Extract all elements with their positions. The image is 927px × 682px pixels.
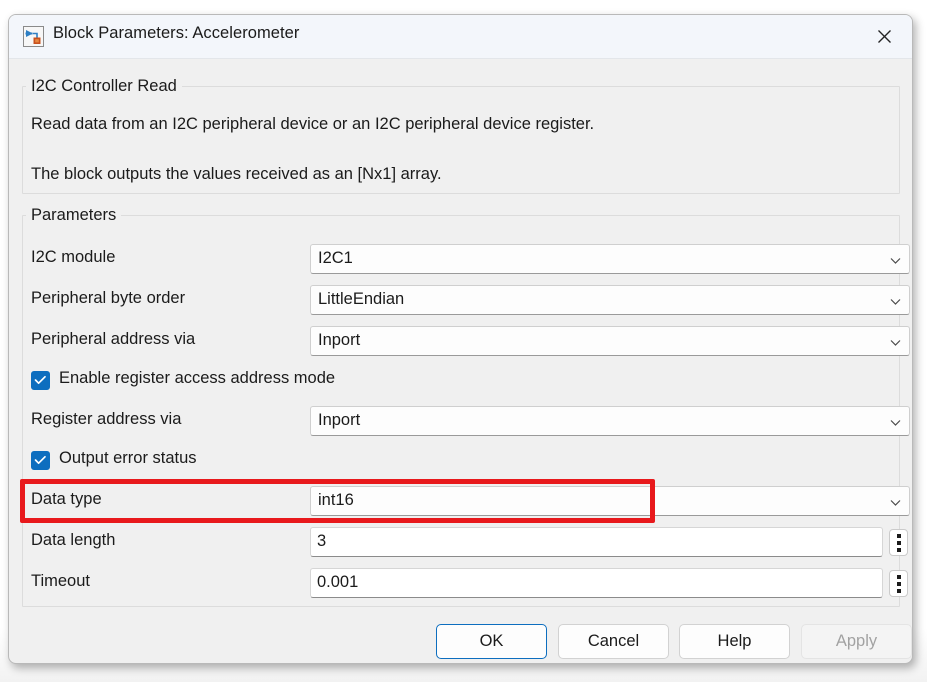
combo-peripheral-address-via[interactable]: Inport: [310, 326, 910, 356]
description-line-2: The block outputs the values received as…: [31, 165, 442, 184]
chevron-down-icon: [889, 295, 902, 308]
block-parameters-dialog: Block Parameters: Accelerometer I2C Cont…: [8, 14, 913, 664]
combo-register-address-via-value: Inport: [318, 411, 360, 430]
description-group-legend: I2C Controller Read: [26, 77, 182, 95]
highlight-annotation-data-type: [20, 479, 655, 523]
chevron-down-icon: [889, 416, 902, 429]
combo-peripheral-byte-order-value: LittleEndian: [318, 290, 404, 309]
input-data-length[interactable]: 3: [310, 527, 883, 557]
checkbox-enable-register-access-address-mode-label: Enable register access address mode: [59, 369, 335, 388]
window-title: Block Parameters: Accelerometer: [53, 24, 299, 43]
label-data-length: Data length: [31, 531, 115, 550]
checkmark-icon: [31, 451, 50, 470]
ok-button[interactable]: OK: [436, 624, 547, 659]
combo-i2c-module-value: I2C1: [318, 249, 353, 268]
combo-peripheral-address-via-value: Inport: [318, 331, 360, 350]
cancel-button[interactable]: Cancel: [558, 624, 669, 659]
description-line-1: Read data from an I2C peripheral device …: [31, 115, 594, 134]
apply-button: Apply: [801, 624, 912, 659]
chevron-down-icon: [889, 496, 902, 509]
input-timeout-value: 0.001: [317, 573, 358, 592]
label-register-address-via: Register address via: [31, 410, 181, 429]
combo-i2c-module[interactable]: I2C1: [310, 244, 910, 274]
title-bar: Block Parameters: Accelerometer: [9, 15, 912, 59]
chevron-down-icon: [889, 254, 902, 267]
timeout-more-options-button[interactable]: [889, 570, 908, 597]
input-timeout[interactable]: 0.001: [310, 568, 883, 598]
chevron-down-icon: [889, 336, 902, 349]
label-timeout: Timeout: [31, 572, 90, 591]
label-peripheral-address-via: Peripheral address via: [31, 330, 195, 349]
combo-register-address-via[interactable]: Inport: [310, 406, 910, 436]
help-button[interactable]: Help: [679, 624, 790, 659]
input-data-length-value: 3: [317, 532, 326, 551]
data-length-more-options-button[interactable]: [889, 529, 908, 556]
close-icon[interactable]: [857, 15, 912, 58]
checkbox-output-error-status-label: Output error status: [59, 449, 197, 468]
parameters-group-legend: Parameters: [26, 206, 121, 224]
checkmark-icon: [31, 371, 50, 390]
combo-peripheral-byte-order[interactable]: LittleEndian: [310, 285, 910, 315]
simulink-block-icon: [23, 26, 44, 47]
label-i2c-module: I2C module: [31, 248, 115, 267]
label-peripheral-byte-order: Peripheral byte order: [31, 289, 185, 308]
